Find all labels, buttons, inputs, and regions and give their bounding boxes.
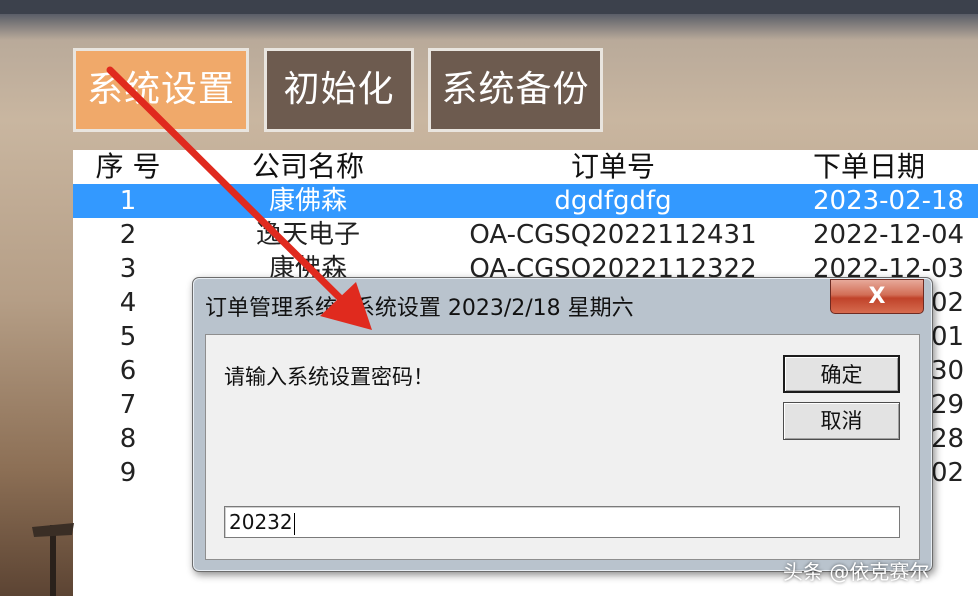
watermark: 头条 @依克赛尔 bbox=[783, 560, 930, 584]
table-header: 序 号 公司名称 订单号 下单日期 bbox=[73, 150, 978, 184]
password-dialog: 订单管理系统--系统设置 2023/2/18 星期六 X 请输入系统设置密码！ … bbox=[192, 277, 933, 572]
row-no: 3 bbox=[119, 254, 137, 284]
row-no: 4 bbox=[119, 288, 137, 318]
row-no: 7 bbox=[119, 390, 137, 420]
row-company: 康佛森 bbox=[268, 186, 347, 216]
row-no: 1 bbox=[119, 186, 137, 216]
row-no: 8 bbox=[119, 424, 137, 454]
row-date: 2023-02-18 bbox=[813, 186, 965, 216]
text-caret bbox=[293, 512, 295, 535]
system-backup-button[interactable]: 系统备份 bbox=[428, 48, 603, 132]
top-bar bbox=[0, 0, 978, 14]
system-settings-button[interactable]: 系统设置 bbox=[73, 48, 249, 132]
dialog-body: 请输入系统设置密码！ 确定 取消 20232 bbox=[205, 334, 920, 560]
header-no: 序 号 bbox=[95, 150, 161, 183]
row-order: dgdfgdfg bbox=[554, 186, 672, 216]
row-no: 5 bbox=[119, 322, 137, 352]
header-date: 下单日期 bbox=[813, 150, 926, 183]
row-no: 9 bbox=[119, 458, 137, 488]
table-row[interactable]: 2 逸天电子 OA-CGSQ2022112431 2022-12-04 bbox=[73, 218, 978, 252]
row-date: 2022-12-04 bbox=[813, 220, 965, 250]
ok-button[interactable]: 确定 bbox=[783, 355, 900, 393]
row-no: 2 bbox=[119, 220, 137, 250]
row-no: 6 bbox=[119, 356, 137, 386]
cancel-button[interactable]: 取消 bbox=[783, 402, 900, 440]
dialog-title: 订单管理系统--系统设置 2023/2/18 星期六 bbox=[205, 296, 634, 321]
row-company: 逸天电子 bbox=[255, 220, 360, 250]
lamp-silhouette bbox=[32, 523, 74, 596]
password-input-value: 20232 bbox=[229, 510, 293, 534]
header-order: 订单号 bbox=[570, 150, 655, 183]
initialize-button[interactable]: 初始化 bbox=[264, 48, 414, 132]
password-input[interactable]: 20232 bbox=[224, 506, 900, 538]
header-company: 公司名称 bbox=[251, 150, 364, 183]
password-prompt: 请输入系统设置密码！ bbox=[224, 365, 434, 389]
table-row[interactable]: 1 康佛森 dgdfgdfg 2023-02-18 bbox=[73, 184, 978, 218]
row-order: OA-CGSQ2022112431 bbox=[469, 220, 757, 250]
close-button[interactable]: X bbox=[830, 279, 924, 314]
